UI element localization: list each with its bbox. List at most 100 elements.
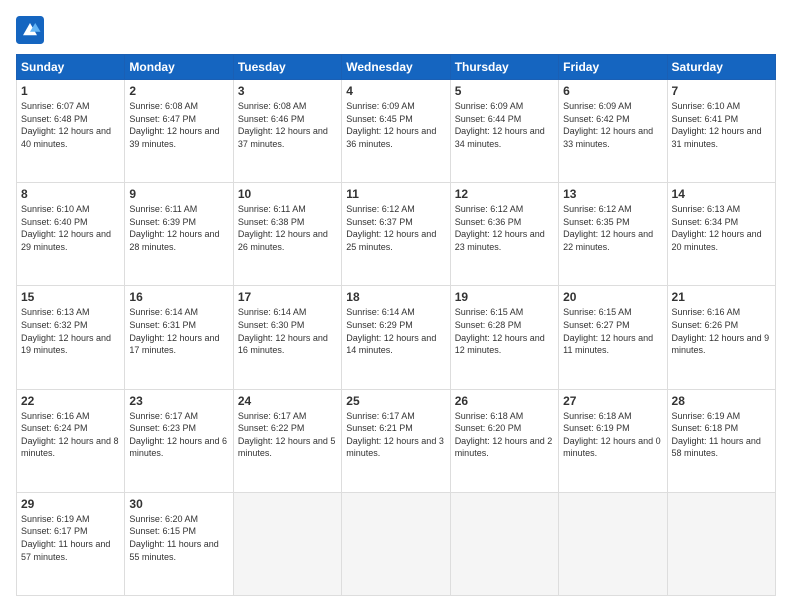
day-number: 26 — [455, 394, 554, 408]
day-number: 12 — [455, 187, 554, 201]
day-number: 27 — [563, 394, 662, 408]
day-number: 28 — [672, 394, 771, 408]
day-cell-18: 18 Sunrise: 6:14 AMSunset: 6:29 PMDaylig… — [342, 286, 450, 389]
day-info: Sunrise: 6:19 AMSunset: 6:17 PMDaylight:… — [21, 513, 120, 563]
day-cell-10: 10 Sunrise: 6:11 AMSunset: 6:38 PMDaylig… — [233, 183, 341, 286]
day-info: Sunrise: 6:08 AMSunset: 6:46 PMDaylight:… — [238, 100, 337, 150]
day-cell-24: 24 Sunrise: 6:17 AMSunset: 6:22 PMDaylig… — [233, 389, 341, 492]
week-row-4: 22 Sunrise: 6:16 AMSunset: 6:24 PMDaylig… — [17, 389, 776, 492]
day-info: Sunrise: 6:07 AMSunset: 6:48 PMDaylight:… — [21, 100, 120, 150]
day-info: Sunrise: 6:12 AMSunset: 6:37 PMDaylight:… — [346, 203, 445, 253]
day-info: Sunrise: 6:17 AMSunset: 6:23 PMDaylight:… — [129, 410, 228, 460]
day-info: Sunrise: 6:16 AMSunset: 6:24 PMDaylight:… — [21, 410, 120, 460]
day-number: 5 — [455, 84, 554, 98]
day-number: 20 — [563, 290, 662, 304]
day-number: 15 — [21, 290, 120, 304]
day-info: Sunrise: 6:15 AMSunset: 6:27 PMDaylight:… — [563, 306, 662, 356]
day-number: 17 — [238, 290, 337, 304]
day-number: 22 — [21, 394, 120, 408]
day-cell-27: 27 Sunrise: 6:18 AMSunset: 6:19 PMDaylig… — [559, 389, 667, 492]
empty-cell — [233, 492, 341, 595]
empty-cell — [667, 492, 775, 595]
day-info: Sunrise: 6:09 AMSunset: 6:44 PMDaylight:… — [455, 100, 554, 150]
day-info: Sunrise: 6:12 AMSunset: 6:36 PMDaylight:… — [455, 203, 554, 253]
day-info: Sunrise: 6:09 AMSunset: 6:42 PMDaylight:… — [563, 100, 662, 150]
day-number: 7 — [672, 84, 771, 98]
logo — [16, 16, 48, 44]
day-number: 3 — [238, 84, 337, 98]
day-number: 2 — [129, 84, 228, 98]
day-info: Sunrise: 6:20 AMSunset: 6:15 PMDaylight:… — [129, 513, 228, 563]
day-info: Sunrise: 6:10 AMSunset: 6:40 PMDaylight:… — [21, 203, 120, 253]
day-number: 14 — [672, 187, 771, 201]
day-number: 23 — [129, 394, 228, 408]
header — [16, 16, 776, 44]
week-row-5: 29 Sunrise: 6:19 AMSunset: 6:17 PMDaylig… — [17, 492, 776, 595]
day-cell-11: 11 Sunrise: 6:12 AMSunset: 6:37 PMDaylig… — [342, 183, 450, 286]
day-info: Sunrise: 6:14 AMSunset: 6:29 PMDaylight:… — [346, 306, 445, 356]
day-number: 30 — [129, 497, 228, 511]
day-number: 25 — [346, 394, 445, 408]
day-cell-26: 26 Sunrise: 6:18 AMSunset: 6:20 PMDaylig… — [450, 389, 558, 492]
day-cell-9: 9 Sunrise: 6:11 AMSunset: 6:39 PMDayligh… — [125, 183, 233, 286]
day-number: 18 — [346, 290, 445, 304]
col-header-monday: Monday — [125, 55, 233, 80]
day-cell-22: 22 Sunrise: 6:16 AMSunset: 6:24 PMDaylig… — [17, 389, 125, 492]
day-cell-13: 13 Sunrise: 6:12 AMSunset: 6:35 PMDaylig… — [559, 183, 667, 286]
day-cell-23: 23 Sunrise: 6:17 AMSunset: 6:23 PMDaylig… — [125, 389, 233, 492]
calendar-table: SundayMondayTuesdayWednesdayThursdayFrid… — [16, 54, 776, 596]
day-cell-7: 7 Sunrise: 6:10 AMSunset: 6:41 PMDayligh… — [667, 80, 775, 183]
day-number: 19 — [455, 290, 554, 304]
day-cell-3: 3 Sunrise: 6:08 AMSunset: 6:46 PMDayligh… — [233, 80, 341, 183]
week-row-2: 8 Sunrise: 6:10 AMSunset: 6:40 PMDayligh… — [17, 183, 776, 286]
calendar-header-row: SundayMondayTuesdayWednesdayThursdayFrid… — [17, 55, 776, 80]
day-info: Sunrise: 6:14 AMSunset: 6:31 PMDaylight:… — [129, 306, 228, 356]
col-header-saturday: Saturday — [667, 55, 775, 80]
day-info: Sunrise: 6:11 AMSunset: 6:38 PMDaylight:… — [238, 203, 337, 253]
day-info: Sunrise: 6:10 AMSunset: 6:41 PMDaylight:… — [672, 100, 771, 150]
empty-cell — [450, 492, 558, 595]
day-info: Sunrise: 6:12 AMSunset: 6:35 PMDaylight:… — [563, 203, 662, 253]
day-number: 6 — [563, 84, 662, 98]
col-header-tuesday: Tuesday — [233, 55, 341, 80]
day-info: Sunrise: 6:11 AMSunset: 6:39 PMDaylight:… — [129, 203, 228, 253]
day-cell-8: 8 Sunrise: 6:10 AMSunset: 6:40 PMDayligh… — [17, 183, 125, 286]
day-cell-30: 30 Sunrise: 6:20 AMSunset: 6:15 PMDaylig… — [125, 492, 233, 595]
day-cell-2: 2 Sunrise: 6:08 AMSunset: 6:47 PMDayligh… — [125, 80, 233, 183]
day-info: Sunrise: 6:13 AMSunset: 6:32 PMDaylight:… — [21, 306, 120, 356]
day-info: Sunrise: 6:14 AMSunset: 6:30 PMDaylight:… — [238, 306, 337, 356]
day-cell-5: 5 Sunrise: 6:09 AMSunset: 6:44 PMDayligh… — [450, 80, 558, 183]
empty-cell — [559, 492, 667, 595]
day-number: 13 — [563, 187, 662, 201]
day-number: 21 — [672, 290, 771, 304]
day-number: 24 — [238, 394, 337, 408]
week-row-1: 1 Sunrise: 6:07 AMSunset: 6:48 PMDayligh… — [17, 80, 776, 183]
day-cell-14: 14 Sunrise: 6:13 AMSunset: 6:34 PMDaylig… — [667, 183, 775, 286]
day-info: Sunrise: 6:16 AMSunset: 6:26 PMDaylight:… — [672, 306, 771, 356]
day-cell-15: 15 Sunrise: 6:13 AMSunset: 6:32 PMDaylig… — [17, 286, 125, 389]
week-row-3: 15 Sunrise: 6:13 AMSunset: 6:32 PMDaylig… — [17, 286, 776, 389]
day-cell-25: 25 Sunrise: 6:17 AMSunset: 6:21 PMDaylig… — [342, 389, 450, 492]
day-cell-1: 1 Sunrise: 6:07 AMSunset: 6:48 PMDayligh… — [17, 80, 125, 183]
col-header-sunday: Sunday — [17, 55, 125, 80]
day-cell-28: 28 Sunrise: 6:19 AMSunset: 6:18 PMDaylig… — [667, 389, 775, 492]
day-number: 1 — [21, 84, 120, 98]
day-info: Sunrise: 6:09 AMSunset: 6:45 PMDaylight:… — [346, 100, 445, 150]
day-number: 10 — [238, 187, 337, 201]
day-info: Sunrise: 6:17 AMSunset: 6:22 PMDaylight:… — [238, 410, 337, 460]
day-info: Sunrise: 6:13 AMSunset: 6:34 PMDaylight:… — [672, 203, 771, 253]
day-info: Sunrise: 6:15 AMSunset: 6:28 PMDaylight:… — [455, 306, 554, 356]
col-header-thursday: Thursday — [450, 55, 558, 80]
day-info: Sunrise: 6:18 AMSunset: 6:20 PMDaylight:… — [455, 410, 554, 460]
day-cell-29: 29 Sunrise: 6:19 AMSunset: 6:17 PMDaylig… — [17, 492, 125, 595]
day-info: Sunrise: 6:18 AMSunset: 6:19 PMDaylight:… — [563, 410, 662, 460]
day-cell-12: 12 Sunrise: 6:12 AMSunset: 6:36 PMDaylig… — [450, 183, 558, 286]
day-cell-19: 19 Sunrise: 6:15 AMSunset: 6:28 PMDaylig… — [450, 286, 558, 389]
col-header-friday: Friday — [559, 55, 667, 80]
day-cell-21: 21 Sunrise: 6:16 AMSunset: 6:26 PMDaylig… — [667, 286, 775, 389]
day-info: Sunrise: 6:19 AMSunset: 6:18 PMDaylight:… — [672, 410, 771, 460]
page: SundayMondayTuesdayWednesdayThursdayFrid… — [0, 0, 792, 612]
day-cell-16: 16 Sunrise: 6:14 AMSunset: 6:31 PMDaylig… — [125, 286, 233, 389]
day-info: Sunrise: 6:08 AMSunset: 6:47 PMDaylight:… — [129, 100, 228, 150]
day-info: Sunrise: 6:17 AMSunset: 6:21 PMDaylight:… — [346, 410, 445, 460]
